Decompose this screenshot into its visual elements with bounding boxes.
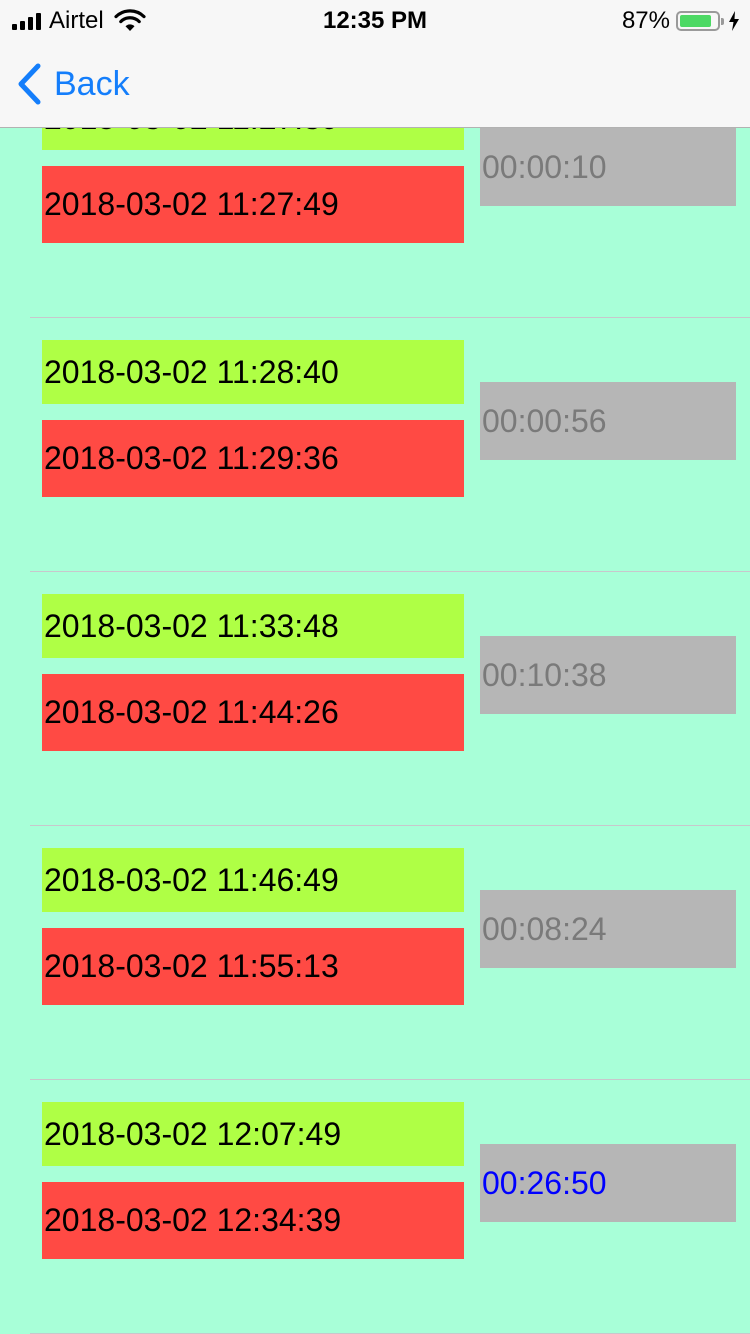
start-time-label: 2018-03-02 11:28:40 bbox=[42, 340, 464, 404]
duration-label: 00:26:50 bbox=[480, 1144, 736, 1222]
back-button-label: Back bbox=[54, 64, 130, 103]
back-button[interactable]: Back bbox=[16, 62, 130, 106]
duration-label: 00:00:56 bbox=[480, 382, 736, 460]
start-time-label: 2018-03-02 11:46:49 bbox=[42, 848, 464, 912]
list-item[interactable]: 2018-03-02 11:46:49 2018-03-02 11:55:13 … bbox=[0, 826, 750, 1080]
end-time-label: 2018-03-02 12:34:39 bbox=[42, 1182, 464, 1259]
duration-label: 00:10:38 bbox=[480, 636, 736, 714]
charging-bolt-icon bbox=[729, 11, 739, 31]
start-time-label: 2018-03-02 11:33:48 bbox=[42, 594, 464, 658]
navigation-bar: Back bbox=[0, 40, 750, 128]
end-time-label: 2018-03-02 11:27:49 bbox=[42, 166, 464, 243]
status-bar: Airtel 12:35 PM 87% bbox=[0, 0, 750, 40]
duration-label: 00:00:10 bbox=[480, 128, 736, 206]
battery-percent-label: 87% bbox=[621, 7, 670, 34]
duration-label: 00:08:24 bbox=[480, 890, 736, 968]
screen: 2018-03-02 11:27:39 2018-03-02 11:27:49 … bbox=[0, 0, 750, 1334]
list-item[interactable]: 2018-03-02 11:28:40 2018-03-02 11:29:36 … bbox=[0, 318, 750, 572]
chevron-left-icon bbox=[18, 63, 41, 105]
status-right: 87% bbox=[622, 6, 740, 36]
battery-level-fill bbox=[680, 15, 712, 27]
list-item[interactable]: 2018-03-02 11:33:48 2018-03-02 11:44:26 … bbox=[0, 572, 750, 826]
end-time-label: 2018-03-02 11:55:13 bbox=[42, 928, 464, 1005]
end-time-label: 2018-03-02 11:44:26 bbox=[42, 674, 464, 751]
list-item[interactable]: 2018-03-02 12:07:49 2018-03-02 12:34:39 … bbox=[0, 1080, 750, 1334]
battery-icon bbox=[676, 11, 724, 31]
end-time-label: 2018-03-02 11:29:36 bbox=[42, 420, 464, 497]
start-time-label: 2018-03-02 12:07:49 bbox=[42, 1102, 464, 1166]
